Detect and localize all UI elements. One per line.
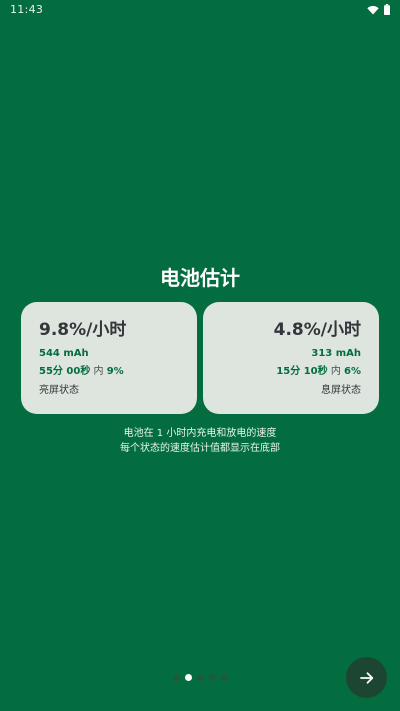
screen-off-duration-line: 15分 10秒 内 6% (221, 365, 361, 378)
screen-off-within-label: 内 (330, 366, 341, 377)
screen-off-rate: 4.8%/小时 (273, 320, 361, 340)
page-title: 电池估计 (160, 266, 240, 290)
screen-on-card: 9.8%/小时 544 mAh 55分 00秒 内 9% 亮屏状态 (21, 302, 197, 414)
description-line-2: 每个状态的速度估计值都显示在底部 (120, 443, 280, 454)
page-dot-3[interactable] (197, 674, 204, 681)
screen-on-state-label: 亮屏状态 (39, 385, 79, 396)
screen-off-state-label: 息屏状态 (321, 385, 361, 396)
screen-off-duration: 15分 10秒 (276, 366, 328, 377)
screen-off-card: 4.8%/小时 313 mAh 15分 10秒 内 6% 息屏状态 (203, 302, 379, 414)
status-icons (367, 4, 390, 15)
battery-icon (384, 4, 390, 15)
page-dot-2[interactable] (185, 674, 192, 681)
screen-off-percent: 6% (344, 366, 361, 377)
screen-on-rate: 9.8%/小时 (39, 320, 127, 340)
screen-on-capacity: 544 mAh (39, 348, 89, 359)
page-dot-5[interactable] (221, 674, 228, 681)
screen-on-within-label: 内 (93, 366, 104, 377)
screen-off-capacity: 313 mAh (311, 348, 361, 359)
screen-on-duration-line: 55分 00秒 内 9% (39, 365, 179, 378)
status-time: 11:43 (10, 3, 44, 16)
arrow-right-icon (359, 671, 373, 684)
screen-on-duration: 55分 00秒 (39, 366, 91, 377)
description: 电池在 1 小时内充电和放电的速度 每个状态的速度估计值都显示在底部 (0, 426, 400, 456)
page-dot-1[interactable] (173, 674, 180, 681)
page-indicator (173, 674, 228, 681)
screen-on-percent: 9% (106, 366, 124, 377)
description-line-1: 电池在 1 小时内充电和放电的速度 (123, 428, 277, 439)
wifi-icon (367, 5, 379, 14)
next-button[interactable] (346, 657, 387, 698)
page-dot-4[interactable] (209, 674, 216, 681)
status-bar: 11:43 (0, 0, 400, 20)
